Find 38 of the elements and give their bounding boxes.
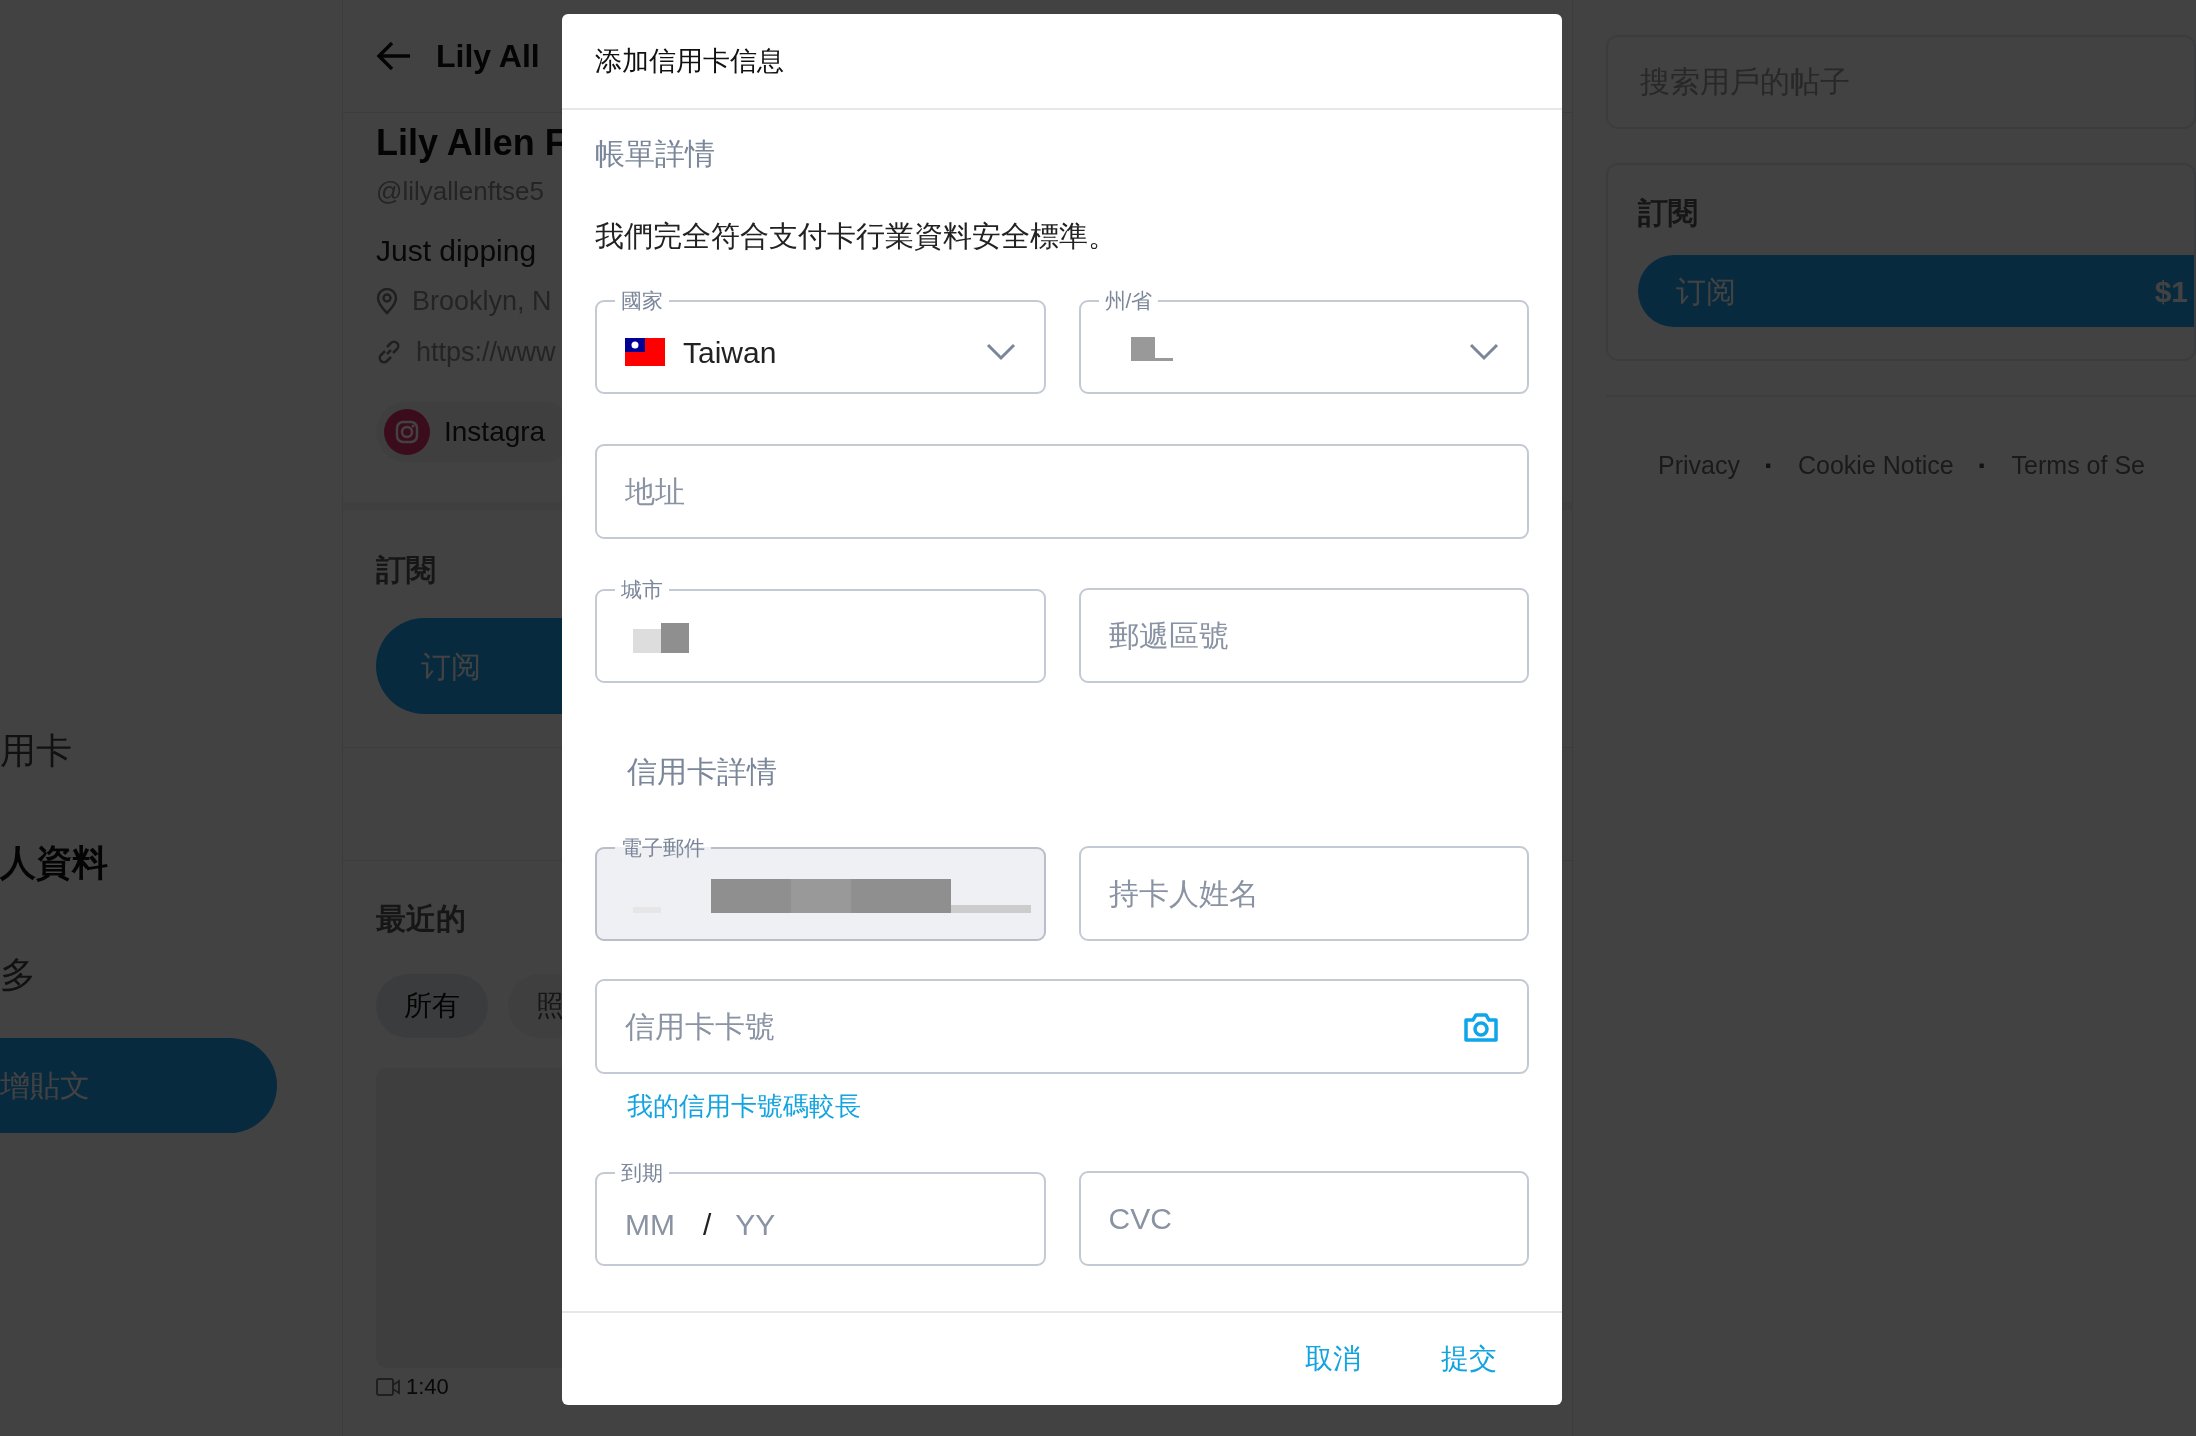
dialog-action-button[interactable]: 提交: [1421, 1330, 1517, 1388]
country-select[interactable]: 國家 Taiwan: [595, 290, 1046, 394]
separator-dot: ·: [1762, 448, 1775, 484]
text-input[interactable]: 持卡人姓名: [1108, 871, 1499, 916]
dialog-action-button[interactable]: 取消: [1285, 1330, 1381, 1388]
camera-icon: [1463, 1010, 1499, 1043]
chevron-down-icon: [985, 343, 1016, 361]
long-card-number-link[interactable]: 我的信用卡號碼較長: [627, 1091, 861, 1121]
text-input[interactable]: CVC: [1108, 1196, 1499, 1241]
field-label: 到期: [620, 1162, 664, 1184]
input-field[interactable]: 城市: [595, 579, 1046, 683]
section-heading: 信用卡詳情: [627, 755, 778, 789]
input-field[interactable]: CVC: [1078, 1171, 1529, 1266]
page-title: Lily All: [436, 37, 540, 76]
dropdown-select[interactable]: 州/省: [1078, 290, 1529, 394]
text-input[interactable]: 郵遞區號: [1108, 613, 1499, 658]
input-field[interactable]: 地址: [595, 444, 1529, 539]
field-label: 城市: [620, 579, 664, 601]
date-separator: /: [703, 1206, 712, 1243]
chevron-down-icon: [1469, 343, 1499, 361]
year-input[interactable]: YY: [735, 1201, 816, 1247]
text-input[interactable]: 地址: [625, 469, 1499, 514]
input-field[interactable]: 持卡人姓名: [1078, 846, 1529, 941]
expiry-field[interactable]: 到期 MM / YY: [595, 1162, 1046, 1266]
security-notice: 我們完全符合支付卡行業資料安全標準。: [595, 219, 1118, 253]
month-input[interactable]: MM: [625, 1201, 689, 1247]
profile-bio: Just dipping: [376, 233, 537, 269]
text-input[interactable]: 信用卡卡號: [625, 1004, 1463, 1049]
card-number-field[interactable]: 信用卡卡號: [595, 979, 1529, 1074]
redacted-text: [1130, 336, 1173, 361]
redacted-text: [633, 622, 689, 653]
flag-icon: [625, 338, 665, 366]
dialog-title: 添加信用卡信息: [595, 44, 784, 78]
input-field[interactable]: 郵遞區號: [1078, 588, 1529, 683]
separator-dot: ·: [1976, 448, 1989, 484]
section-heading: 帳單詳情: [595, 137, 716, 171]
field-label: 電子郵件: [620, 837, 706, 859]
video-duration: 1:40: [406, 1376, 449, 1398]
